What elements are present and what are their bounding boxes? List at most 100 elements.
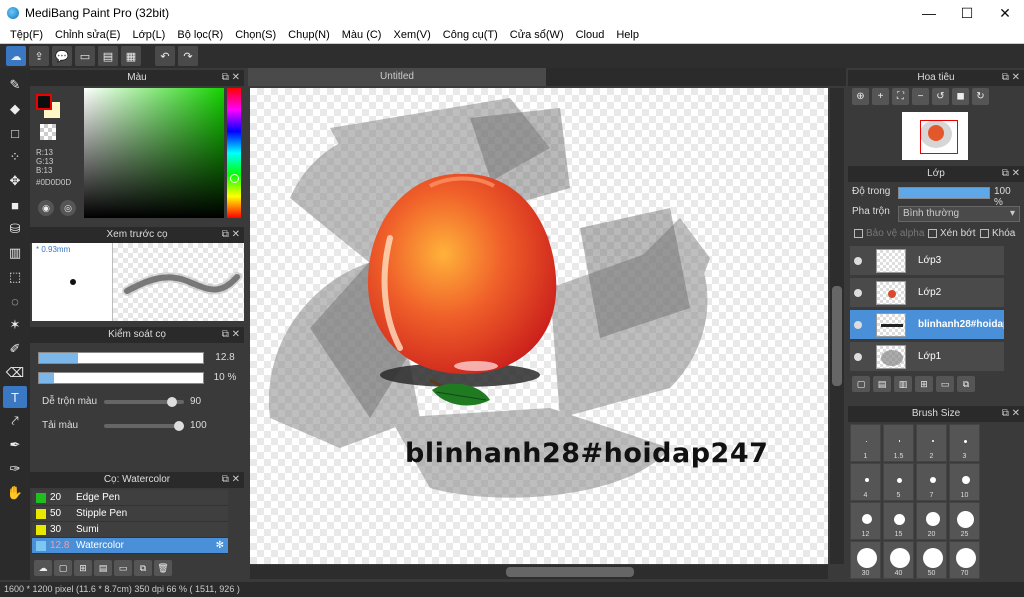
brush-size-option-3[interactable]: 3 bbox=[949, 424, 980, 462]
panel-close-icon[interactable]: ⧉ ✕ bbox=[1002, 70, 1020, 86]
reset-icon[interactable]: ◼ bbox=[952, 88, 969, 105]
brush-size-option-40[interactable]: 40 bbox=[883, 541, 914, 579]
brush-size-slider[interactable]: 12.8 bbox=[38, 352, 238, 364]
panel-icon[interactable]: ▤ bbox=[98, 46, 118, 66]
rectangle-icon[interactable]: □ bbox=[3, 122, 27, 144]
canvas-vertical-scrollbar[interactable] bbox=[830, 88, 844, 564]
hue-slider[interactable] bbox=[227, 88, 241, 218]
brush-size-option-70[interactable]: 70 bbox=[949, 541, 980, 579]
brush-item-stipple-pen[interactable]: 50 Stipple Pen bbox=[32, 506, 228, 522]
text-bubble-icon[interactable]: ▭ bbox=[75, 46, 95, 66]
new-brush-icon[interactable]: ▢ bbox=[54, 560, 72, 576]
visibility-eye-icon[interactable] bbox=[854, 321, 862, 329]
select-eraser-icon[interactable]: ⌫ bbox=[3, 362, 27, 384]
duplicate-icon[interactable]: ⧉ bbox=[134, 560, 152, 576]
duplicate-layer-icon[interactable]: ⧉ bbox=[957, 376, 975, 392]
panel-close-icon[interactable]: ⧉ ✕ bbox=[222, 327, 240, 343]
brush-size-option-12[interactable]: 12 bbox=[850, 502, 881, 540]
panel-close-icon[interactable]: ⧉ ✕ bbox=[1002, 166, 1020, 182]
brush-opacity-value[interactable]: 10 % bbox=[208, 372, 242, 384]
lock-checkbox[interactable]: Khóa bbox=[980, 228, 1015, 239]
select-rect-icon[interactable]: ⬚ bbox=[3, 266, 27, 288]
menu-tools[interactable]: Công cụ(T) bbox=[437, 29, 504, 41]
rotate-right-icon[interactable]: ↻ bbox=[972, 88, 989, 105]
layer-item-lop3[interactable]: Lớp3 bbox=[850, 246, 1004, 276]
zoom-in-icon[interactable]: + bbox=[872, 88, 889, 105]
lasso-icon[interactable]: ◌ bbox=[3, 290, 27, 312]
dot-brush-icon[interactable]: ⁘ bbox=[3, 146, 27, 168]
menu-select[interactable]: Chọn(S) bbox=[229, 29, 282, 41]
rotate-left-icon[interactable]: ↺ bbox=[932, 88, 949, 105]
blend-mode-select[interactable]: Bình thường ▾ bbox=[898, 206, 1020, 222]
brush-size-value[interactable]: 12.8 bbox=[208, 352, 242, 364]
clipping-checkbox[interactable]: Xén bớt bbox=[928, 228, 975, 239]
brush-size-option-7[interactable]: 7 bbox=[916, 463, 947, 501]
minimize-button[interactable]: — bbox=[910, 0, 948, 26]
menu-color[interactable]: Màu (C) bbox=[336, 29, 388, 41]
brush-size-option-4[interactable]: 4 bbox=[850, 463, 881, 501]
visibility-eye-icon[interactable] bbox=[854, 353, 862, 361]
protect-alpha-checkbox[interactable]: Bảo vệ alpha bbox=[854, 228, 924, 239]
brush-size-option-5[interactable]: 5 bbox=[883, 463, 914, 501]
gear-icon[interactable]: ✻ bbox=[216, 538, 224, 554]
new-layer-icon[interactable]: ▢ bbox=[852, 376, 870, 392]
layer-opacity-slider[interactable] bbox=[898, 187, 990, 199]
menu-cloud[interactable]: Cloud bbox=[570, 29, 611, 41]
brush-item-sumi[interactable]: 30 Sumi bbox=[32, 522, 228, 538]
brush-size-option-30[interactable]: 30 bbox=[850, 541, 881, 579]
brush-size-option-2[interactable]: 2 bbox=[916, 424, 947, 462]
new-8bit-layer-icon[interactable]: ▥ bbox=[894, 376, 912, 392]
export-icon[interactable]: ⇪ bbox=[29, 46, 49, 66]
brush-size-track[interactable] bbox=[38, 352, 204, 364]
layer-item-lop2[interactable]: Lớp2 bbox=[850, 278, 1004, 308]
layer-item-lop1[interactable]: Lớp1 bbox=[850, 342, 1004, 372]
fit-icon[interactable]: ⛶ bbox=[892, 88, 909, 105]
tab-untitled[interactable]: Untitled bbox=[248, 68, 546, 86]
folder-icon[interactable]: ▭ bbox=[114, 560, 132, 576]
menu-view[interactable]: Xem(V) bbox=[387, 29, 436, 41]
brush-size-option-25[interactable]: 25 bbox=[949, 502, 980, 540]
undo-icon[interactable]: ↶ bbox=[155, 46, 175, 66]
visibility-eye-icon[interactable] bbox=[854, 289, 862, 297]
zoom-out-icon[interactable]: − bbox=[912, 88, 929, 105]
vertical-scroll-thumb[interactable] bbox=[832, 286, 842, 386]
brush-size-option-20[interactable]: 20 bbox=[916, 502, 947, 540]
brush-item-watercolor[interactable]: 12.8 Watercolor ✻ bbox=[32, 538, 228, 554]
cloud-icon[interactable]: ☁ bbox=[6, 46, 26, 66]
palette-icon[interactable]: ◉ bbox=[38, 200, 54, 216]
bucket-icon[interactable]: ⛁ bbox=[3, 218, 27, 240]
panel-close-icon[interactable]: ⧉ ✕ bbox=[1002, 406, 1020, 422]
menu-filter[interactable]: Bộ lọc(R) bbox=[171, 29, 229, 41]
navigator-thumbnail[interactable] bbox=[902, 112, 968, 160]
grid-icon[interactable]: ▦ bbox=[121, 46, 141, 66]
magic-wand-icon[interactable]: ✶ bbox=[3, 314, 27, 336]
color-wheel-icon[interactable]: ◎ bbox=[60, 200, 76, 216]
menu-file[interactable]: Tệp(F) bbox=[4, 29, 49, 41]
saturation-value-picker[interactable] bbox=[84, 88, 224, 218]
brush-opacity-slider[interactable]: 10 % bbox=[38, 372, 238, 384]
zoom-in-icon[interactable]: ⊕ bbox=[852, 88, 869, 105]
brush-size-option-15[interactable]: 15 bbox=[883, 502, 914, 540]
panel-close-icon[interactable]: ⧉ ✕ bbox=[222, 472, 240, 488]
brush-opacity-track[interactable] bbox=[38, 372, 204, 384]
menu-edit[interactable]: Chỉnh sửa(E) bbox=[49, 29, 126, 41]
close-button[interactable]: ✕ bbox=[986, 0, 1024, 26]
panel-close-icon[interactable]: ⧉ ✕ bbox=[222, 70, 240, 86]
visibility-eye-icon[interactable] bbox=[854, 257, 862, 265]
brush-size-option-1.5[interactable]: 1.5 bbox=[883, 424, 914, 462]
layer-item-text[interactable]: blinhanh28#hoidap247 bbox=[850, 310, 1004, 340]
fill-rect-icon[interactable]: ■ bbox=[3, 194, 27, 216]
brush-settings-icon[interactable]: ▤ bbox=[94, 560, 112, 576]
brush-icon[interactable]: ✎ bbox=[3, 74, 27, 96]
brush-size-option-1[interactable]: 1 bbox=[850, 424, 881, 462]
load-slider[interactable] bbox=[104, 421, 184, 431]
eraser-icon[interactable]: ◆ bbox=[3, 98, 27, 120]
menu-window[interactable]: Cửa sổ(W) bbox=[504, 29, 570, 41]
hand-icon[interactable]: ✋ bbox=[3, 482, 27, 504]
move-icon[interactable]: ✥ bbox=[3, 170, 27, 192]
foreground-color-swatch[interactable] bbox=[36, 94, 52, 110]
menu-help[interactable]: Help bbox=[610, 29, 645, 41]
transparent-swatch[interactable] bbox=[40, 124, 56, 140]
canvas-horizontal-scrollbar[interactable] bbox=[250, 565, 828, 579]
drawing-canvas[interactable]: blinhanh28#hoidap247 bbox=[250, 88, 828, 564]
